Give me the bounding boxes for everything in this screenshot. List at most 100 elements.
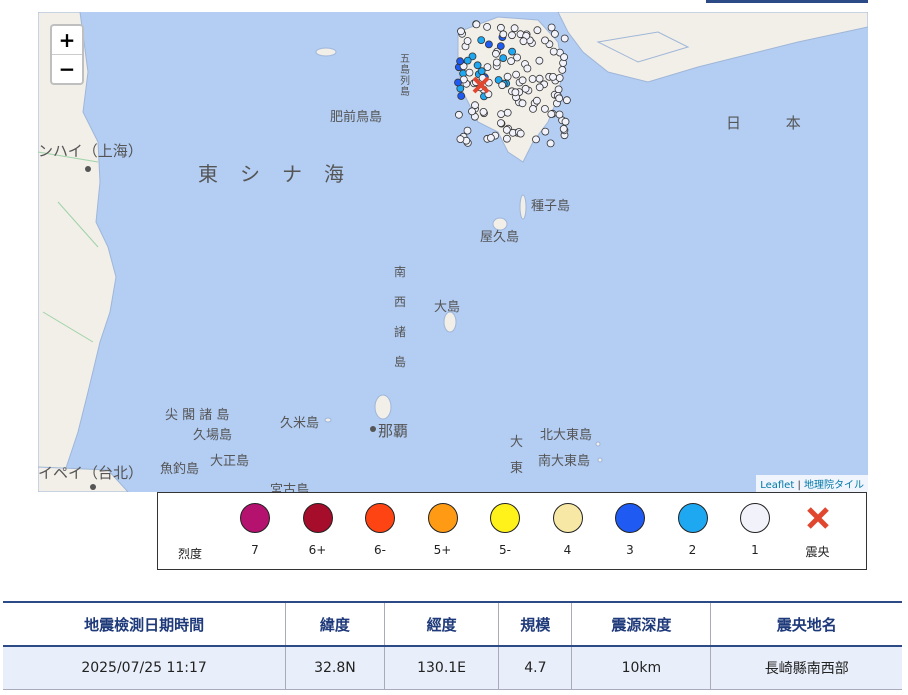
- zoom-out-button[interactable]: −: [52, 55, 82, 83]
- earthquake-map[interactable]: + − 東シナ海 ンハイ（上海） イペイ（台北） 日 本 肥前鳥島 五島列島 種…: [38, 12, 868, 492]
- legend-item-label: 1: [751, 543, 759, 557]
- station-marker: [463, 37, 472, 45]
- station-marker: [472, 20, 481, 29]
- intensity-swatch: [427, 503, 458, 533]
- table-header-row: 地震檢測日期時間 緯度 經度 規模 震源深度 震央地名: [3, 601, 902, 647]
- station-marker: [457, 92, 466, 100]
- station-marker: [463, 56, 472, 65]
- leaflet-link[interactable]: Leaflet: [760, 480, 794, 491]
- station-marker: [483, 22, 492, 31]
- legend-item-label: 3: [626, 543, 634, 557]
- label-goto: 五島列島: [400, 54, 410, 98]
- table-row: 2025/07/25 11:17 32.8N 130.1E 4.7 10km 長…: [3, 646, 902, 690]
- legend-title: 烈度: [178, 547, 203, 561]
- legend-item: 5-: [480, 503, 530, 557]
- legend-item-label: 6-: [374, 543, 386, 557]
- col-datetime: 地震檢測日期時間: [3, 601, 287, 647]
- label-uotsuri: 魚釣島: [160, 462, 200, 477]
- station-marker: [456, 57, 465, 66]
- station-marker: [549, 73, 557, 81]
- station-marker: [499, 54, 508, 62]
- station-marker: [508, 31, 516, 40]
- legend-item-label: 4: [563, 543, 572, 557]
- station-marker: [483, 63, 492, 71]
- label-japan: 日 本: [726, 114, 821, 132]
- station-marker: [561, 117, 570, 126]
- legend-item: 7: [230, 503, 280, 557]
- station-marker: [484, 40, 493, 49]
- station-marker: [498, 81, 507, 90]
- station-marker: [456, 135, 465, 143]
- legend-item: 震央: [793, 503, 843, 560]
- station-marker: [554, 85, 563, 94]
- station-marker: [511, 88, 520, 97]
- intensity-swatch: [302, 503, 333, 533]
- station-marker: [486, 134, 495, 142]
- legend-item-label: 5-: [499, 543, 511, 557]
- station-marker: [502, 134, 511, 143]
- cell-location: 長崎縣南西部: [710, 646, 902, 690]
- col-latitude: 緯度: [285, 601, 385, 647]
- station-marker: [532, 96, 541, 105]
- intensity-legend: 烈度 7 6+ 6- 5+ 5- 4 3 2 1 震央: [157, 492, 867, 570]
- legend-item: 5+: [418, 503, 468, 557]
- map-attribution: Leaflet | 地理院タイル: [756, 475, 868, 492]
- legend-item: 1: [730, 503, 780, 557]
- station-marker: [560, 34, 569, 43]
- label-daito: 大東: [510, 435, 524, 476]
- station-marker: [502, 126, 511, 134]
- station-marker: [491, 49, 500, 58]
- station-marker: [521, 84, 530, 93]
- label-taipei: イペイ（台北）: [38, 464, 144, 482]
- station-marker: [477, 36, 486, 45]
- station-marker: [463, 126, 472, 135]
- station-marker: [516, 129, 525, 138]
- legend-item-label: 震央: [805, 545, 830, 559]
- label-tanegashima: 種子島: [531, 199, 571, 214]
- attribution-separator: |: [797, 480, 801, 491]
- legend-item: 6-: [355, 503, 405, 557]
- label-taisho: 大正島: [210, 454, 250, 469]
- station-marker: [551, 29, 559, 38]
- col-longitude: 經度: [384, 601, 500, 647]
- intensity-swatch: [240, 503, 270, 533]
- station-marker: [519, 37, 528, 46]
- label-yakushima: 屋久島: [480, 230, 520, 245]
- tile-source-link[interactable]: 地理院タイル: [804, 480, 864, 491]
- legend-item: 3: [605, 503, 655, 557]
- legend-item-label: 2: [688, 543, 697, 557]
- label-east-china-sea: 東シナ海: [198, 162, 366, 186]
- station-marker: [535, 56, 544, 65]
- station-marker: [523, 64, 532, 73]
- station-marker: [541, 36, 549, 45]
- intensity-swatch: [552, 503, 583, 533]
- label-hizen: 肥前鳥島: [330, 110, 383, 125]
- map-layer: [38, 12, 868, 492]
- col-location: 震央地名: [710, 601, 902, 647]
- station-marker: [503, 108, 512, 117]
- station-marker: [499, 30, 508, 39]
- station-marker: [503, 72, 512, 81]
- station-marker: [510, 24, 519, 33]
- cell-magnitude: 4.7: [498, 646, 573, 690]
- station-marker: [540, 105, 549, 113]
- col-magnitude: 規模: [498, 601, 573, 647]
- station-marker: [547, 23, 556, 32]
- station-marker: [541, 127, 550, 136]
- station-marker: [454, 110, 463, 119]
- col-depth: 震源深度: [571, 601, 712, 647]
- station-marker: [492, 58, 501, 67]
- cell-datetime: 2025/07/25 11:17: [3, 646, 287, 690]
- intensity-swatch: [365, 503, 395, 533]
- earthquake-table: 地震檢測日期時間 緯度 經度 規模 震源深度 震央地名 2025/07/25 1…: [3, 601, 902, 690]
- station-marker: [454, 78, 462, 87]
- station-marker: [512, 70, 521, 79]
- legend-item: 4: [543, 503, 593, 557]
- zoom-control: + −: [50, 24, 84, 85]
- station-marker: [555, 110, 564, 119]
- station-marker: [497, 110, 506, 118]
- label-kubajima: 久場島: [193, 428, 233, 443]
- label-naha: 那覇: [378, 422, 409, 440]
- legend-item: 2: [668, 503, 718, 557]
- zoom-in-button[interactable]: +: [52, 26, 82, 55]
